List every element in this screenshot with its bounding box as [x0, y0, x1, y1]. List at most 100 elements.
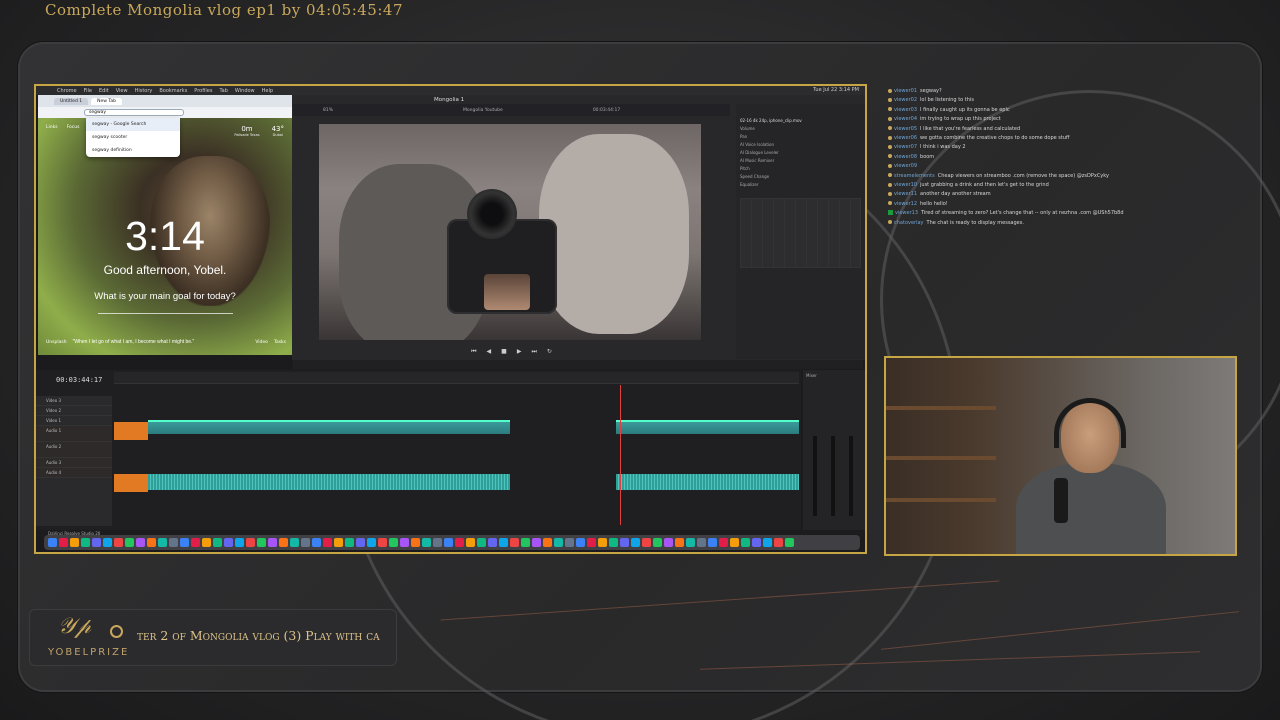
dock-app-icon[interactable] [323, 538, 332, 547]
dock-app-icon[interactable] [147, 538, 156, 547]
track-header[interactable]: Audio 3 [36, 458, 112, 468]
dock-app-icon[interactable] [367, 538, 376, 547]
dock-app-icon[interactable] [774, 538, 783, 547]
omnibox[interactable]: segway [84, 109, 184, 116]
quick-link[interactable]: Links [46, 125, 58, 130]
dock-app-icon[interactable] [400, 538, 409, 547]
suggestion-item[interactable]: segway scooter [86, 131, 180, 144]
dock-app-icon[interactable] [103, 538, 112, 547]
dock-app-icon[interactable] [521, 538, 530, 547]
chat-username[interactable]: viewer03 [894, 107, 917, 113]
chat-username[interactable]: streamelements [894, 173, 935, 179]
menu-item[interactable]: History [135, 88, 153, 94]
menu-item[interactable]: Profiles [194, 88, 212, 94]
dock-app-icon[interactable] [345, 538, 354, 547]
chat-username[interactable]: chatoverlay [894, 220, 924, 226]
dock-app-icon[interactable] [708, 538, 717, 547]
dock-app-icon[interactable] [378, 538, 387, 547]
dock-app-icon[interactable] [488, 538, 497, 547]
dock-app-icon[interactable] [389, 538, 398, 547]
dock-app-icon[interactable] [741, 538, 750, 547]
equalizer-graph[interactable] [740, 198, 861, 268]
inspector-row[interactable]: Equalizer [740, 182, 861, 190]
dock-app-icon[interactable] [213, 538, 222, 547]
dock-app-icon[interactable] [334, 538, 343, 547]
dock-app-icon[interactable] [312, 538, 321, 547]
dock-app-icon[interactable] [356, 538, 365, 547]
chat-username[interactable]: viewer12 [894, 201, 917, 207]
track-header[interactable]: Video 3 [36, 396, 112, 406]
chat-username[interactable]: viewer04 [894, 116, 917, 122]
dock-app-icon[interactable] [730, 538, 739, 547]
stop-icon[interactable]: ■ [501, 348, 507, 358]
timeline-ruler[interactable] [114, 372, 799, 384]
dock-app-icon[interactable] [411, 538, 420, 547]
dock-app-icon[interactable] [114, 538, 123, 547]
dock-app-icon[interactable] [290, 538, 299, 547]
dock-app-icon[interactable] [125, 538, 134, 547]
dock-app-icon[interactable] [576, 538, 585, 547]
skip-back-icon[interactable]: ⏮ [471, 348, 476, 358]
inspector-row[interactable]: AI Dialogue Leveler [740, 150, 861, 158]
dock-app-icon[interactable] [763, 538, 772, 547]
dock-app-icon[interactable] [719, 538, 728, 547]
chat-username[interactable]: viewer13 [895, 210, 918, 216]
dock-app-icon[interactable] [81, 538, 90, 547]
timeline-clip[interactable] [114, 474, 148, 492]
dock-app-icon[interactable] [752, 538, 761, 547]
browser-tab-active[interactable]: New Tab [91, 97, 122, 105]
dock-app-icon[interactable] [180, 538, 189, 547]
dock-app-icon[interactable] [510, 538, 519, 547]
dock-app-icon[interactable] [169, 538, 178, 547]
chat-username[interactable]: viewer11 [894, 191, 917, 197]
suggestion-item[interactable]: segway - Google Search [86, 118, 180, 131]
dock-app-icon[interactable] [675, 538, 684, 547]
dock-app-icon[interactable] [785, 538, 794, 547]
menu-item[interactable]: File [84, 88, 92, 94]
dock-app-icon[interactable] [92, 538, 101, 547]
menu-item[interactable]: Tab [219, 88, 227, 94]
footer-link[interactable]: Unsplash [46, 340, 67, 345]
inspector-row[interactable]: Volume [740, 126, 861, 134]
dock-app-icon[interactable] [257, 538, 266, 547]
weather-widget[interactable]: 0m Palisade Texas 43° Dubai [234, 125, 284, 137]
dock-app-icon[interactable] [587, 538, 596, 547]
inspector-row[interactable]: AI Voice Isolation [740, 142, 861, 150]
dock-app-icon[interactable] [444, 538, 453, 547]
chat-username[interactable]: viewer07 [894, 144, 917, 150]
suggestion-item[interactable]: segway definition [86, 144, 180, 157]
dock-app-icon[interactable] [246, 538, 255, 547]
mixer-fader[interactable] [849, 436, 853, 516]
chat-username[interactable]: viewer05 [894, 126, 917, 132]
dock-app-icon[interactable] [543, 538, 552, 547]
goal-input[interactable] [98, 313, 233, 314]
playhead[interactable] [620, 385, 621, 525]
dock-app-icon[interactable] [609, 538, 618, 547]
dock-app-icon[interactable] [620, 538, 629, 547]
dock-app-icon[interactable] [697, 538, 706, 547]
footer-link[interactable]: Tasks [274, 340, 286, 345]
dock-app-icon[interactable] [279, 538, 288, 547]
timeline-name[interactable]: Mongolia Youtube [463, 108, 503, 113]
dock-app-icon[interactable] [499, 538, 508, 547]
menu-item[interactable]: Chrome [57, 88, 77, 94]
video-viewer[interactable] [319, 124, 701, 340]
chat-username[interactable]: viewer01 [894, 88, 917, 94]
dock-app-icon[interactable] [455, 538, 464, 547]
quick-link[interactable]: Focus [67, 125, 80, 130]
inspector-row[interactable]: Pitch [740, 166, 861, 174]
dock-app-icon[interactable] [653, 538, 662, 547]
menu-item[interactable]: Bookmarks [159, 88, 187, 94]
viewer-zoom[interactable]: 81% [323, 108, 333, 113]
timeline-clip[interactable] [148, 420, 510, 434]
timeline-audio-clip[interactable] [616, 474, 799, 490]
dock-app-icon[interactable] [664, 538, 673, 547]
inspector-row[interactable]: Pan [740, 134, 861, 142]
loop-icon[interactable]: ↻ [547, 348, 552, 358]
dock-app-icon[interactable] [202, 538, 211, 547]
chat-username[interactable]: viewer09 [894, 163, 917, 169]
browser-tab[interactable]: Untitled 1 [54, 97, 89, 105]
dock-app-icon[interactable] [631, 538, 640, 547]
track-header[interactable]: Audio 2 [36, 442, 112, 458]
dock-app-icon[interactable] [477, 538, 486, 547]
